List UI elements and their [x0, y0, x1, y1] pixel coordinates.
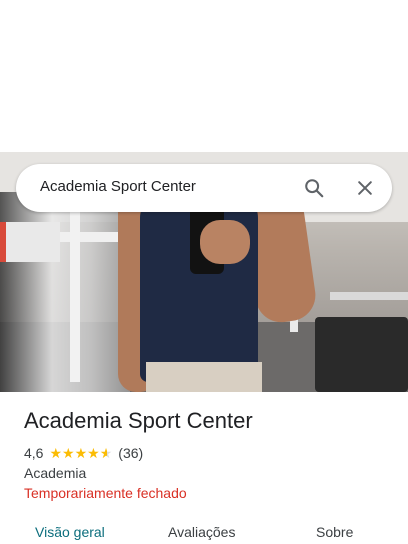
map-blank-area: [0, 0, 408, 152]
tab-about[interactable]: Sobre: [316, 524, 353, 540]
search-input[interactable]: Academia Sport Center: [40, 178, 196, 195]
place-category: Academia: [24, 465, 87, 481]
photo-rack-bar: [330, 292, 408, 300]
photo-person-shorts: [146, 362, 262, 392]
star-icon: ★: [74, 445, 88, 461]
rating-row[interactable]: 4,6 ★ ★ ★ ★ ★ (36): [24, 444, 143, 462]
tab-bar: Visão geral Avaliações Sobre: [0, 520, 408, 544]
star-icon: ★: [87, 445, 100, 461]
status-text: Temporariamente fechado: [24, 485, 187, 501]
tab-overview[interactable]: Visão geral: [35, 524, 105, 540]
rating-value: 4,6: [24, 445, 44, 461]
rating-stars: ★ ★ ★ ★ ★: [49, 446, 112, 460]
star-icon: ★: [99, 445, 113, 461]
search-bar[interactable]: Academia Sport Center: [16, 164, 392, 212]
search-button[interactable]: [298, 172, 330, 204]
search-icon: [305, 179, 324, 198]
photo-machine-pad: [0, 222, 60, 262]
review-count: (36): [118, 445, 144, 461]
close-button[interactable]: [349, 172, 381, 204]
close-icon: [358, 181, 372, 195]
tab-reviews[interactable]: Avaliações: [168, 524, 235, 540]
photo-hand: [200, 220, 250, 264]
place-title: Academia Sport Center: [24, 408, 253, 433]
star-icon: ★: [62, 445, 75, 461]
star-icon: ★: [49, 445, 63, 461]
photo-machine-post: [70, 212, 80, 382]
photo-bench: [315, 317, 408, 392]
